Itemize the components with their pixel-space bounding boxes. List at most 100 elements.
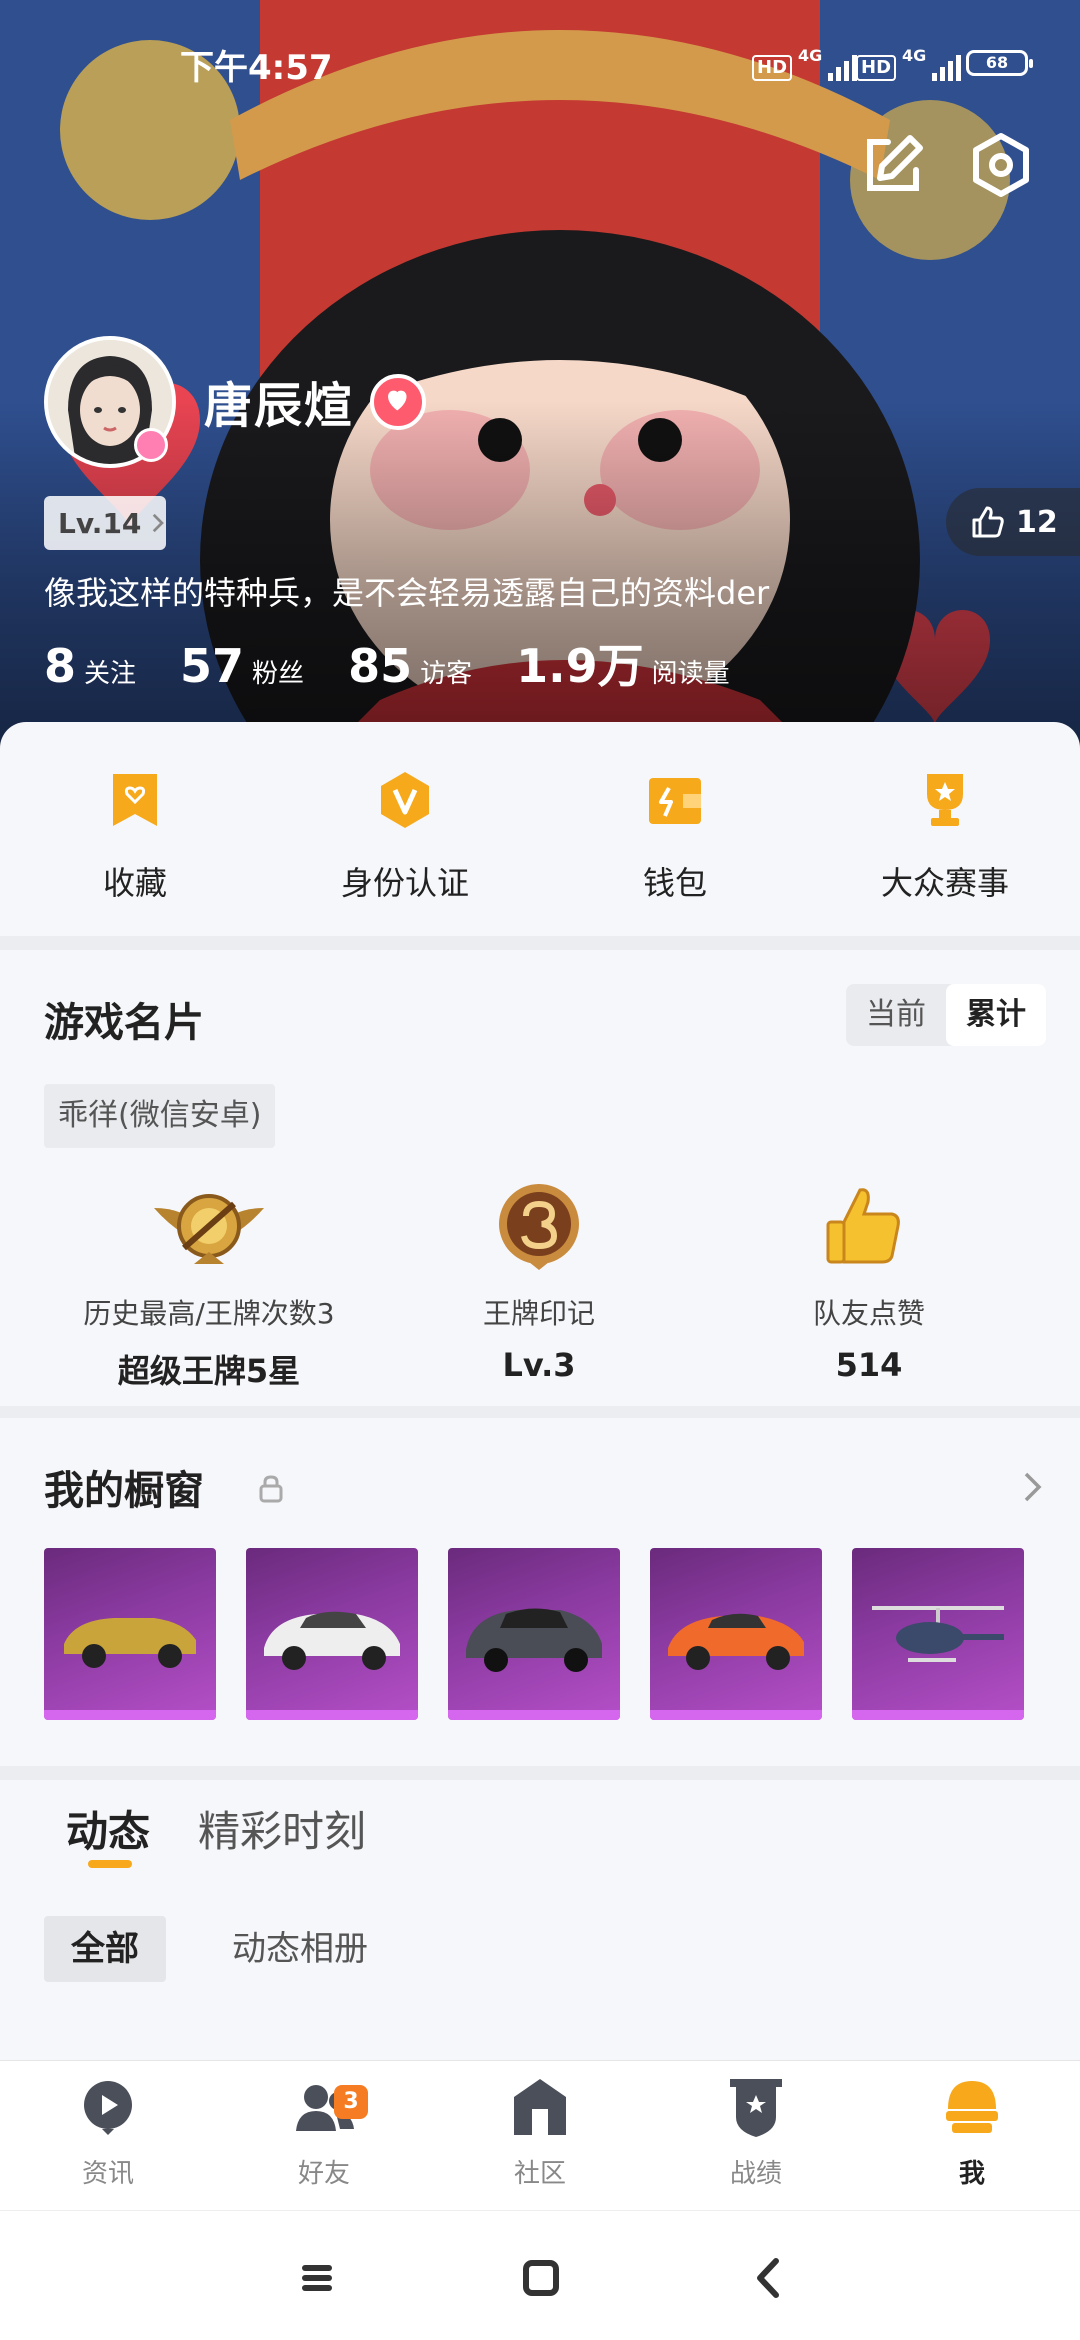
- likes-button[interactable]: 12: [946, 488, 1080, 556]
- identity-verify-button[interactable]: 身份认证: [270, 768, 540, 904]
- showcase-item[interactable]: [246, 1548, 418, 1720]
- nav-label: 资讯: [81, 2159, 134, 2189]
- bookmark-heart-icon: [113, 774, 157, 826]
- tab-posts[interactable]: 动态: [66, 1798, 150, 1859]
- system-navigation-bar: [0, 2210, 1080, 2340]
- gold-sports-car-icon: [64, 1618, 196, 1668]
- game-card: 游戏名片 当前 累计 乖徉(微信安卓) 历史最高/王牌次数3 超级王牌5星 王牌…: [0, 950, 1080, 1406]
- bottom-navigation: 资讯 3 好友 社区 战绩 我: [0, 2060, 1080, 2210]
- bio-text: 像我这样的特种兵，是不会轻易透露自己的资料der: [44, 574, 770, 612]
- feed-section: 动态 精彩时刻 全部 动态相册: [0, 1780, 1080, 2060]
- stat-value: 85: [348, 639, 413, 693]
- active-tab-indicator: [88, 1860, 132, 1868]
- nav-community[interactable]: 社区: [432, 2075, 648, 2190]
- nav-records[interactable]: 战绩: [648, 2075, 864, 2190]
- game-stat-highest-rank[interactable]: 历史最高/王牌次数3 超级王牌5星: [44, 1178, 374, 1392]
- showcase-items: [44, 1548, 1024, 1720]
- back-icon[interactable]: [744, 2253, 794, 2303]
- stat-reads[interactable]: 1.9万 阅读量: [516, 630, 730, 696]
- signal-bars-icon: [932, 51, 962, 81]
- tab-highlights[interactable]: 精彩时刻: [198, 1798, 366, 1859]
- section-divider: [0, 1766, 1080, 1780]
- showcase-item[interactable]: [44, 1548, 216, 1720]
- hd-indicator: HD: [856, 55, 897, 81]
- showcase-item[interactable]: [650, 1548, 822, 1720]
- toggle-current[interactable]: 当前: [846, 984, 946, 1046]
- stat-following[interactable]: 8 关注: [44, 639, 136, 693]
- level-badge[interactable]: Lv.14: [44, 496, 166, 550]
- game-stat-value: Lv.3: [502, 1346, 576, 1384]
- stat-label: 阅读量: [651, 659, 730, 689]
- quick-action-label: 身份认证: [340, 864, 469, 902]
- stat-followers[interactable]: 57 粉丝: [180, 639, 304, 693]
- trophy-icon: [927, 774, 963, 826]
- stat-label: 关注: [84, 659, 137, 689]
- ace-mark-3-icon: [499, 1184, 579, 1270]
- helicopter-icon: [872, 1606, 1004, 1662]
- wallet-button[interactable]: 钱包: [540, 768, 810, 904]
- game-stat-value: 514: [835, 1346, 903, 1384]
- news-play-icon: [84, 2081, 132, 2135]
- game-account-tag[interactable]: 乖徉(微信安卓): [44, 1084, 276, 1148]
- settings-icon[interactable]: [966, 130, 1036, 200]
- toggle-total[interactable]: 累计: [946, 984, 1046, 1046]
- username: 唐辰煊: [204, 378, 355, 434]
- favorites-button[interactable]: 收藏: [0, 768, 270, 904]
- section-divider: [0, 936, 1080, 950]
- white-sedan-icon: [264, 1611, 400, 1670]
- community-house-icon: [514, 2079, 566, 2135]
- chevron-right-icon[interactable]: [1022, 1470, 1044, 1504]
- quick-actions: 收藏 身份认证 钱包 大众赛事: [0, 722, 1080, 936]
- nav-news[interactable]: 资讯: [0, 2075, 216, 2190]
- thumbs-up-outline-icon: [972, 506, 1004, 538]
- profile-stats: 8 关注 57 粉丝 85 访客 1.9万 阅读量: [44, 630, 774, 696]
- likes-count: 12: [1016, 504, 1058, 540]
- friend-request-badge: 3: [334, 2085, 368, 2119]
- nav-label: 战绩: [729, 2159, 782, 2189]
- hd-indicator: HD: [752, 55, 793, 81]
- stat-value: 1.9万: [516, 639, 644, 693]
- showcase-card: 我的橱窗: [0, 1418, 1080, 1766]
- game-stat-caption: 王牌印记: [482, 1297, 595, 1330]
- game-card-toggle: 当前 累计: [846, 984, 1046, 1046]
- quick-action-label: 收藏: [102, 864, 167, 902]
- nav-label: 社区: [513, 2159, 566, 2189]
- menu-icon[interactable]: [292, 2253, 342, 2303]
- heart-badge-icon[interactable]: [370, 374, 426, 430]
- signal-bars-icon: [828, 51, 858, 81]
- subtab-all[interactable]: 全部: [44, 1916, 166, 1982]
- record-shield-icon: [730, 2079, 782, 2137]
- subtab-album[interactable]: 动态相册: [232, 1916, 368, 1982]
- game-stat-caption: 队友点赞: [812, 1297, 925, 1330]
- stat-value: 57: [180, 639, 245, 693]
- thumbs-up-icon: [826, 1188, 900, 1264]
- nav-label: 好友: [297, 2159, 350, 2189]
- status-time: 下午4:57: [180, 48, 333, 88]
- battery-indicator: 68: [966, 50, 1033, 76]
- game-stat-teammate-likes[interactable]: 队友点赞 514: [704, 1178, 1034, 1384]
- edit-profile-icon[interactable]: [858, 130, 928, 200]
- wallet-icon: [649, 778, 701, 824]
- showcase-item[interactable]: [852, 1548, 1024, 1720]
- showcase-item[interactable]: [448, 1548, 620, 1720]
- level-text: Lv.14: [58, 506, 142, 540]
- game-stat-ace-mark[interactable]: 王牌印记 Lv.3: [374, 1178, 704, 1384]
- signal-1: HD 4G: [752, 46, 858, 81]
- gender-female-icon: [134, 428, 168, 462]
- quick-action-label: 大众赛事: [880, 864, 1009, 902]
- nav-friends[interactable]: 3 好友: [216, 2075, 432, 2190]
- profile-header: 下午4:57 HD 4G HD 4G 68 唐辰煊 Lv.14 12 像我这样的…: [0, 0, 1080, 760]
- stat-visitors[interactable]: 85 访客: [348, 639, 472, 693]
- public-events-button[interactable]: 大众赛事: [810, 768, 1080, 904]
- home-icon[interactable]: [516, 2253, 566, 2303]
- status-bar: 下午4:57 HD 4G HD 4G 68: [0, 38, 1080, 88]
- lock-icon[interactable]: [258, 1474, 284, 1504]
- game-card-title: 游戏名片: [44, 1000, 204, 1046]
- dark-gray-suv-icon: [466, 1608, 602, 1672]
- network-type: 4G: [902, 46, 927, 65]
- orange-sports-car-icon: [668, 1613, 804, 1670]
- nav-me[interactable]: 我: [864, 2075, 1080, 2190]
- stat-label: 访客: [420, 659, 473, 689]
- network-type: 4G: [798, 46, 823, 65]
- ace-wings-icon: [154, 1194, 264, 1264]
